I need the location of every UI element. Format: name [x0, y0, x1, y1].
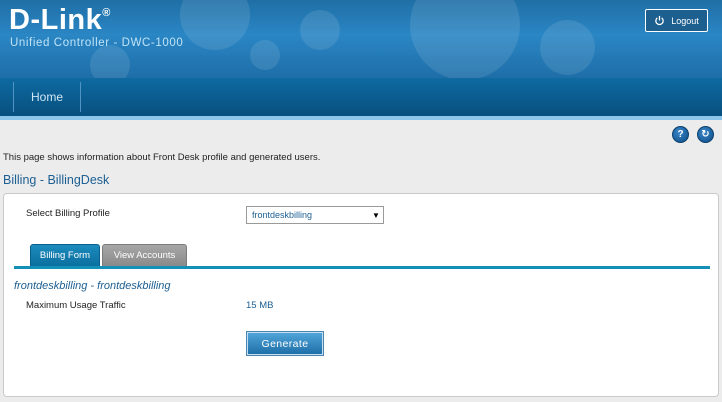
- tab-billing-form[interactable]: Billing Form: [30, 244, 100, 266]
- decor-bubble: [90, 45, 130, 78]
- billing-panel: Select Billing Profile frontdeskbilling …: [3, 193, 719, 397]
- decor-bubble: [410, 0, 520, 78]
- main-nav: Home: [0, 78, 722, 116]
- tab-divider: [14, 266, 710, 269]
- form-section-title: frontdeskbilling - frontdeskbilling: [14, 280, 171, 292]
- product-subtitle: Unified Controller - DWC-1000: [10, 37, 184, 49]
- logo-text: D-Link: [9, 4, 103, 36]
- tab-view-accounts[interactable]: View Accounts: [102, 244, 187, 266]
- dlink-logo: D-Link®: [9, 4, 111, 37]
- help-icon[interactable]: ?: [672, 126, 689, 143]
- decor-bubble: [180, 0, 250, 50]
- billing-profile-select[interactable]: frontdeskbilling ▼: [246, 206, 384, 224]
- nav-divider: [80, 82, 81, 112]
- billing-profile-label: Select Billing Profile: [26, 208, 110, 219]
- refresh-icon[interactable]: ↻: [697, 126, 714, 143]
- logout-button[interactable]: Logout: [645, 9, 708, 32]
- logout-label: Logout: [671, 15, 699, 26]
- usage-traffic-label: Maximum Usage Traffic: [26, 300, 126, 311]
- nav-item-home[interactable]: Home: [14, 78, 80, 116]
- decor-bubble: [540, 20, 595, 75]
- power-icon: [655, 15, 665, 26]
- logo-registered-mark: ®: [102, 7, 111, 19]
- generate-button[interactable]: Generate: [247, 332, 323, 355]
- usage-traffic-value: 15 MB: [246, 300, 274, 311]
- chevron-down-icon: ▼: [372, 210, 380, 220]
- decor-bubble: [300, 10, 340, 50]
- page-description: This page shows information about Front …: [3, 152, 321, 163]
- nav-underline: [0, 116, 722, 120]
- page-title: Billing - BillingDesk: [3, 173, 110, 187]
- billing-profile-value: frontdeskbilling: [252, 210, 313, 220]
- decor-bubble: [250, 40, 280, 70]
- header-banner: D-Link® Unified Controller - DWC-1000 Lo…: [0, 0, 722, 78]
